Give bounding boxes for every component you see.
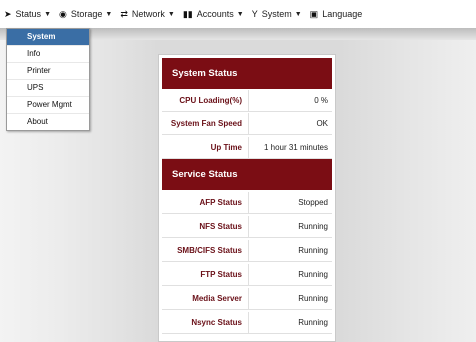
nav-status[interactable]: ➤ Status ▼ xyxy=(4,9,51,19)
nav-system[interactable]: Y System ▼ xyxy=(252,9,302,19)
table-row: CPU Loading(%) 0 % xyxy=(162,90,332,112)
nav-storage-label: Storage xyxy=(70,9,103,19)
nav-status-label: Status xyxy=(15,9,42,19)
service-status-header: Service Status xyxy=(162,159,332,190)
chevron-down-icon: ▼ xyxy=(44,10,51,18)
accounts-icon: ▮▮ xyxy=(182,8,193,19)
nav-language-label: Language xyxy=(322,9,363,19)
nav-system-label: System xyxy=(261,9,292,19)
menu-item-system[interactable]: System xyxy=(7,29,89,45)
row-value: OK xyxy=(316,119,328,128)
row-label: NFS Status xyxy=(162,216,249,237)
nav-network-label: Network xyxy=(131,9,165,19)
chevron-down-icon: ▼ xyxy=(294,10,302,18)
row-label: Nsync Status xyxy=(162,312,249,333)
status-dropdown-menu: System Info Printer UPS Power Mgmt About xyxy=(6,28,90,131)
row-label: FTP Status xyxy=(162,264,249,285)
row-label: CPU Loading(%) xyxy=(162,90,249,111)
network-icon: ⇄ xyxy=(120,8,128,19)
table-row: Media Server Running xyxy=(162,288,332,310)
nav-language[interactable]: ▣ Language xyxy=(310,9,363,19)
status-panel: System Status CPU Loading(%) 0 % System … xyxy=(158,54,336,342)
menu-item-ups[interactable]: UPS xyxy=(7,79,89,96)
speedometer-icon: ➤ xyxy=(4,8,12,19)
table-row: Up Time 1 hour 31 minutes xyxy=(162,137,332,159)
table-row: FTP Status Running xyxy=(162,264,332,286)
nav-storage[interactable]: ◉ Storage ▼ xyxy=(59,9,112,19)
table-row: AFP Status Stopped xyxy=(162,192,332,214)
top-navigation-bar: ➤ Status ▼ ◉ Storage ▼ ⇄ Network ▼ ▮▮ Ac… xyxy=(0,0,476,28)
row-value: Running xyxy=(298,246,328,255)
row-value: Running xyxy=(298,294,328,303)
table-row: Nsync Status Running xyxy=(162,312,332,334)
row-label: Media Server xyxy=(162,288,249,309)
chevron-down-icon: ▼ xyxy=(105,10,113,18)
language-icon: ▣ xyxy=(309,8,319,19)
nav-accounts[interactable]: ▮▮ Accounts ▼ xyxy=(183,9,244,19)
menu-item-power-mgmt[interactable]: Power Mgmt xyxy=(7,96,89,113)
table-row: SMB/CIFS Status Running xyxy=(162,240,332,262)
nav-accounts-label: Accounts xyxy=(196,9,234,19)
row-value: Stopped xyxy=(298,198,328,207)
row-label: System Fan Speed xyxy=(162,113,249,134)
row-value: Running xyxy=(298,318,328,327)
chevron-down-icon: ▼ xyxy=(236,10,244,18)
chevron-down-icon: ▼ xyxy=(167,10,175,18)
system-icon: Y xyxy=(251,8,258,19)
row-value: Running xyxy=(298,270,328,279)
row-label: Up Time xyxy=(162,137,249,158)
row-label: SMB/CIFS Status xyxy=(162,240,249,261)
nav-network[interactable]: ⇄ Network ▼ xyxy=(120,9,175,19)
row-label: AFP Status xyxy=(162,192,249,213)
system-status-header: System Status xyxy=(162,58,332,89)
menu-item-about[interactable]: About xyxy=(7,113,89,130)
row-value: Running xyxy=(298,222,328,231)
table-row: System Fan Speed OK xyxy=(162,113,332,135)
table-row: NFS Status Running xyxy=(162,216,332,238)
menu-item-info[interactable]: Info xyxy=(7,45,89,62)
row-value: 1 hour 31 minutes xyxy=(263,143,328,152)
menu-item-printer[interactable]: Printer xyxy=(7,62,89,79)
disk-icon: ◉ xyxy=(59,8,67,19)
row-value: 0 % xyxy=(314,96,328,105)
